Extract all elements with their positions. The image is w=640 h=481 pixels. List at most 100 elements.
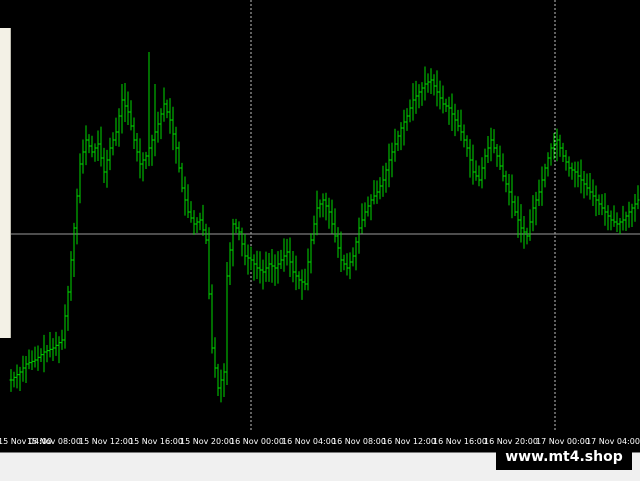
ohlc-bar	[621, 205, 625, 231]
price-chart[interactable]	[0, 0, 640, 452]
ohlc-bar	[420, 82, 424, 106]
ohlc-bar	[393, 128, 397, 162]
ohlc-bar	[408, 99, 412, 123]
ohlc-bar	[507, 173, 511, 206]
ohlc-bar	[141, 152, 145, 182]
ohlc-bar	[447, 96, 451, 125]
ohlc-bar	[369, 194, 373, 221]
ohlc-bar	[360, 203, 364, 234]
ohlc-bar	[75, 188, 79, 245]
ohlc-bar	[165, 99, 169, 119]
ohlc-bar	[450, 93, 454, 131]
ohlc-bar	[252, 254, 256, 281]
ohlc-bar	[216, 363, 220, 396]
ohlc-bar	[558, 134, 562, 157]
ohlc-bar	[522, 216, 526, 249]
ohlc-bar	[570, 162, 574, 180]
ohlc-bar	[534, 191, 538, 226]
ohlc-bar	[246, 244, 250, 275]
ohlc-bar	[9, 369, 13, 392]
ohlc-bar	[135, 132, 139, 162]
ohlc-bar	[309, 233, 313, 274]
ohlc-bar	[123, 83, 127, 123]
ohlc-bar	[159, 108, 163, 140]
ohlc-bar	[168, 98, 172, 134]
ohlc-bar	[435, 70, 439, 107]
ohlc-bar	[615, 212, 619, 232]
ohlc-bar	[600, 194, 604, 216]
ohlc-bar	[267, 253, 271, 282]
ohlc-bar	[66, 285, 70, 331]
ohlc-bar	[156, 111, 160, 143]
ohlc-bar	[381, 165, 385, 197]
time-label: 16 Nov 04:00	[282, 437, 336, 446]
ohlc-bar	[60, 329, 64, 350]
ohlc-bar	[126, 91, 130, 125]
time-label: 16 Nov 12:00	[382, 437, 436, 446]
ohlc-bar	[609, 210, 613, 231]
ohlc-bar	[396, 130, 400, 151]
ohlc-bar	[201, 204, 205, 236]
ohlc-bar	[153, 84, 157, 157]
ohlc-bar	[132, 117, 136, 150]
ohlc-bar	[603, 193, 607, 226]
time-label: 16 Nov 16:00	[433, 437, 487, 446]
ohlc-bar	[567, 156, 571, 177]
ohlc-bar	[180, 162, 184, 193]
ohlc-bar	[288, 237, 292, 277]
ohlc-bar	[24, 356, 28, 383]
ohlc-bar	[342, 254, 346, 271]
ohlc-bar	[237, 221, 241, 241]
ohlc-bar	[519, 204, 523, 243]
ohlc-bar	[96, 130, 100, 162]
ohlc-bar	[471, 144, 475, 185]
ohlc-bar	[411, 83, 415, 121]
ohlc-bar	[348, 252, 352, 280]
ohlc-bar	[618, 217, 622, 235]
ohlc-bar	[444, 98, 448, 112]
left-side-panel	[0, 28, 11, 338]
ohlc-bar	[495, 143, 499, 167]
ohlc-bar	[441, 85, 445, 114]
ohlc-bar	[147, 52, 151, 167]
ohlc-bar	[318, 199, 322, 218]
ohlc-bar	[405, 108, 409, 131]
ohlc-bar	[366, 196, 370, 217]
ohlc-bar	[198, 212, 202, 231]
ohlc-bar	[372, 180, 376, 205]
ohlc-bar	[18, 366, 22, 391]
ohlc-bar	[453, 103, 457, 137]
ohlc-bar	[228, 242, 232, 286]
ohlc-bar	[15, 364, 19, 389]
ohlc-bar	[144, 151, 148, 170]
ohlc-bar	[27, 349, 31, 370]
ohlc-bar	[468, 139, 472, 178]
ohlc-bar	[120, 83, 124, 134]
ohlc-bar	[402, 109, 406, 146]
ohlc-bar	[294, 255, 298, 291]
ohlc-bar	[183, 176, 187, 216]
watermark-label: www.mt4.shop	[496, 445, 632, 470]
ohlc-bar	[93, 143, 97, 162]
ohlc-bar	[243, 233, 247, 266]
ohlc-bar	[525, 227, 529, 245]
ohlc-bar	[321, 193, 325, 218]
ohlc-bar	[327, 197, 331, 229]
ohlc-bar	[150, 134, 154, 166]
chart-window[interactable]: 15 Nov 04:00 15 Nov 08:00 15 Nov 12:00 1…	[0, 0, 640, 452]
ohlc-bar	[51, 338, 55, 362]
ohlc-bar	[78, 153, 82, 204]
ohlc-bar	[399, 122, 403, 151]
ohlc-bar	[240, 227, 244, 257]
time-label: 16 Nov 08:00	[332, 437, 386, 446]
ohlc-bar	[213, 337, 217, 378]
ohlc-bar	[414, 80, 418, 114]
ohlc-bar	[12, 371, 16, 388]
ohlc-bar	[462, 124, 466, 148]
ohlc-bar	[84, 125, 88, 166]
ohlc-bar	[417, 84, 421, 109]
ohlc-bar	[477, 165, 481, 187]
ohlc-bar	[129, 100, 133, 131]
ohlc-bar	[363, 202, 367, 228]
ohlc-bar	[30, 350, 34, 370]
